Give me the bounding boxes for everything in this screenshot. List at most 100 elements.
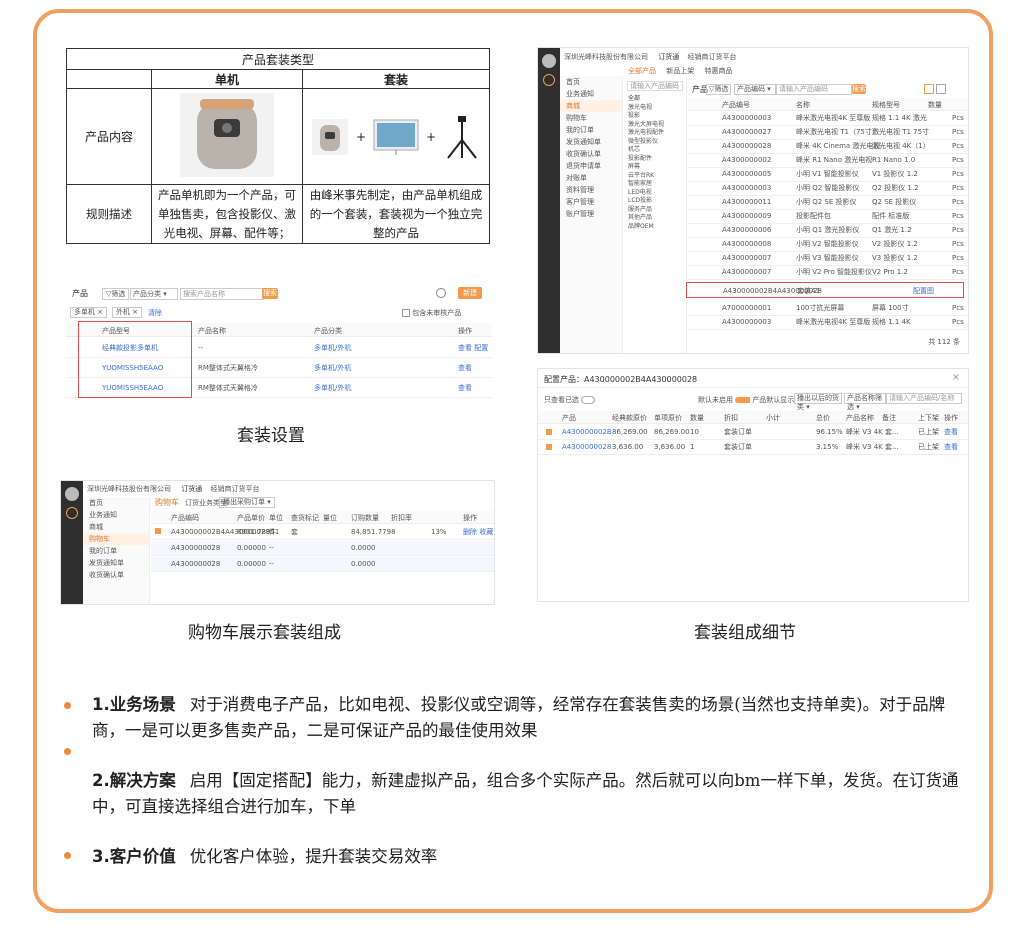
bundle-image-cell: + + (302, 88, 490, 185)
mall-table-header: 产品编号 名称 规格型号 数量 (688, 98, 968, 111)
mall-search-button[interactable]: 搜索 (852, 84, 866, 94)
search-input[interactable]: 搜索产品名称 (180, 288, 264, 300)
order-app-icon[interactable] (66, 507, 78, 519)
bundle-screen-image (373, 119, 419, 155)
order-app-icon[interactable] (543, 74, 555, 86)
table-row[interactable]: A4300000028 3,636.00 3,636.00 1 套装订单 3.1… (538, 440, 968, 455)
row-rule-label: 规则描述 (66, 184, 152, 244)
category-select[interactable]: 产品分类 ▾ (130, 288, 178, 300)
bullet-dot (64, 702, 71, 709)
product-type-table: 产品套装类型 单机 套装 产品内容 + + 规则描述 产品单机即为一个产品，可单… (66, 48, 490, 244)
mall-shot: 深圳光峰科技股份有限公司 订货通 经销商订货平台 首页 业务通知 商城 购物车 … (537, 47, 969, 354)
table-row[interactable]: A4300000028 峰米 4K Cinema 激光电视 激光电视 4K（1） Pc… (688, 140, 968, 154)
settings-icon[interactable] (436, 288, 446, 298)
tab-sale[interactable]: 特惠商品 (704, 67, 732, 75)
avatar[interactable] (542, 54, 556, 68)
rule-bundle: 由峰米事先制定，由产品单机组成的一个套装，套装视为一个独立完整的产品 (302, 184, 490, 244)
table-row[interactable]: A430000002B4A430000028 8901.78951 件 套 84… (151, 525, 494, 540)
table-title: 产品套装类型 (66, 48, 490, 70)
display-toggle[interactable]: 产品默认显示 (744, 395, 794, 405)
menu-item[interactable]: 首页 (560, 76, 622, 88)
table-row[interactable]: A4300000005 小明 V1 智能投影仪 V1 投影仪 1.2 Pcs (688, 168, 968, 182)
table-row[interactable]: A4300000028 0.00000 -- 0.0000 (151, 541, 494, 556)
menu-item[interactable]: 资料管理 (560, 184, 622, 196)
menu-item[interactable]: 收货确认单 (83, 569, 149, 581)
menu-item[interactable]: 购物车 (560, 112, 622, 124)
plus-2: + (426, 129, 437, 144)
table-row[interactable]: A4300000027 峰米激光电视 T1（75寸） 激光电视 T1 75寸 Pcs (688, 126, 968, 140)
mall-menu: 首页 业务通知 商城 购物车 我的订单 发货通知单 收货确认单 退货申请单 对账… (560, 76, 623, 353)
menu-item[interactable]: 我的订单 (83, 545, 149, 557)
close-icon[interactable]: × (952, 372, 960, 383)
tab-all[interactable]: 全部产品 (628, 67, 656, 75)
menu-item[interactable]: 退货申请单 (560, 160, 622, 172)
menu-item[interactable]: 商城 (83, 521, 149, 533)
tab-new[interactable]: 新品上架 (666, 67, 694, 75)
col-single: 单机 (151, 69, 303, 89)
table-row[interactable]: A4300000003 峰米激光电视4K 至尊版 规格 1.1 4K 激光 Pcs (688, 112, 968, 126)
tag-outer[interactable]: 外机 × (112, 307, 143, 318)
suite-setting-shot: 产品 ▽筛选 产品分类 ▾ 搜索产品名称 搜索 新建 多单机 × 外机 × 清除… (66, 283, 492, 403)
table-row[interactable]: A4300000003 小明 Q2 智能投影仪 Q2 投影仪 1.2 Pcs (688, 182, 968, 196)
mall-filter[interactable]: ▽筛选 (706, 84, 732, 95)
table-row[interactable]: A4300000002 峰米 R1 Nano 激光电视 R1 Nano 1.0 Pcs (688, 154, 968, 168)
detail-title: 配置产品：A430000002B4A430000028 (544, 375, 698, 384)
menu-item[interactable]: 账户管理 (560, 208, 622, 220)
avatar[interactable] (65, 487, 79, 501)
menu-item[interactable]: 对账单 (560, 172, 622, 184)
type-select[interactable]: 播出以后的货类 ▾ (794, 393, 842, 411)
table-row[interactable]: A4300000003 峰米激光电视4K 至尊版 规格 1.1 4K Pcs (688, 316, 968, 330)
cart-menu: 首页 业务通知 商城 购物车 我的订单 发货通知单 收货确认单 (83, 497, 150, 604)
search-button[interactable]: 搜索 (262, 288, 278, 299)
table-row[interactable]: A4300000011 小明 Q2 SE 投影仪 Q2 SE 投影仪 Pcs (688, 196, 968, 210)
detail-table-header: 产品 经典款原价 单项原价 数量 折扣 小计 总价 产品名称 备注 上下架 操作 (538, 411, 968, 424)
only-selected-toggle[interactable]: 只查看已选 (544, 395, 596, 405)
bundle-projector-image (311, 118, 348, 155)
mall-code-select[interactable]: 产品编码 ▾ (734, 84, 776, 95)
menu-item-mall[interactable]: 商城 (560, 100, 622, 112)
mall-topbar: 深圳光峰科技股份有限公司 订货通 经销商订货平台 (564, 53, 737, 61)
cart-tab[interactable]: 购物车 (155, 497, 179, 508)
bullet-scenario: 1.业务场景 对于消费电子产品，比如电视、投影仪或空调等，经常存在套装售卖的场景(… (92, 695, 946, 740)
create-button[interactable]: 新建 (458, 287, 482, 299)
include-unreviewed[interactable]: 包含未审核产品 (402, 308, 461, 318)
table-row[interactable]: A4300000007 小明 V2 Pro 智能投影仪 V2 Pro 1.2 Pcs (688, 266, 968, 280)
clear-link[interactable]: 清除 (148, 308, 162, 318)
menu-item[interactable]: 首页 (83, 497, 149, 509)
table-row[interactable]: A4300000006 小明 Q1 激光投影仪 Q1 激光 1.2 Pcs (688, 224, 968, 238)
filter-button[interactable]: ▽筛选 (102, 288, 130, 300)
name-filter-select[interactable]: 产品名称筛选 ▾ (844, 393, 886, 411)
menu-item[interactable]: 收货确认单 (560, 148, 622, 160)
table-row[interactable]: A4300000008 小明 V2 智能投影仪 V2 投影仪 1.2 Pcs (688, 238, 968, 252)
table-row[interactable]: A430000002B 86,269.00 86,269.00 10 套装订单 … (538, 425, 968, 440)
category-tree: 请输入产品编码 全部 激光电视 投影 激光大屏电视 激光电视配件 微型投影仪 机… (624, 78, 687, 353)
mall-table-body: A4300000003 峰米激光电视4K 至尊版 规格 1.1 4K 激光 Pcs A… (686, 112, 968, 332)
grid-view-icon[interactable] (936, 84, 946, 94)
menu-item[interactable]: 业务通知 (83, 509, 149, 521)
cart-table-header: 产品编码 产品单价 单位 查货标记 量位 订购数量 折扣率 操作 (151, 511, 494, 524)
detail-search-input[interactable]: 请输入产品编码/名称 (886, 393, 962, 404)
order-type-select[interactable]: 播出采购订单 ▾ (219, 497, 275, 508)
detail-caption: 套装组成细节 (694, 623, 796, 643)
bundle-tripod-image (447, 115, 477, 159)
menu-item[interactable]: 业务通知 (560, 88, 622, 100)
menu-item[interactable]: 我的订单 (560, 124, 622, 136)
plus-1: + (355, 129, 366, 144)
bullet-value: 3.客户价值 优化客户体验，提升套装交易效率 (92, 847, 438, 866)
table-row[interactable]: A4300000028 0.00000 -- 0.0000 (151, 557, 494, 572)
mall-pagination[interactable]: 共 112 条 (928, 337, 960, 347)
highlight-bundle-row[interactable]: A430000002B4A430000028 套装A1 配置图 (686, 282, 964, 298)
tag-single[interactable]: 多单机 × (70, 307, 108, 318)
mall-search-input[interactable]: 请输入产品编码 (776, 84, 852, 95)
table-row[interactable]: A4300000007 小明 V3 智能投影仪 V3 投影仪 1.2 Pcs (688, 252, 968, 266)
menu-item[interactable]: 发货通知单 (83, 557, 149, 569)
table-row[interactable]: A4300000009 投影配件包 配件 标准版 Pcs (688, 210, 968, 224)
menu-item[interactable]: 发货通知单 (560, 136, 622, 148)
list-view-icon[interactable] (924, 84, 934, 94)
default-toggle[interactable]: 默认未启用 (698, 395, 748, 405)
table-row[interactable]: A7000000001 100寸抗光屏幕 屏幕 100寸 Pcs (688, 302, 968, 316)
category-search[interactable]: 请输入产品编码 (627, 81, 683, 91)
menu-item[interactable]: 客户管理 (560, 196, 622, 208)
menu-item-cart[interactable]: 购物车 (83, 533, 149, 545)
highlight-box (78, 321, 192, 398)
